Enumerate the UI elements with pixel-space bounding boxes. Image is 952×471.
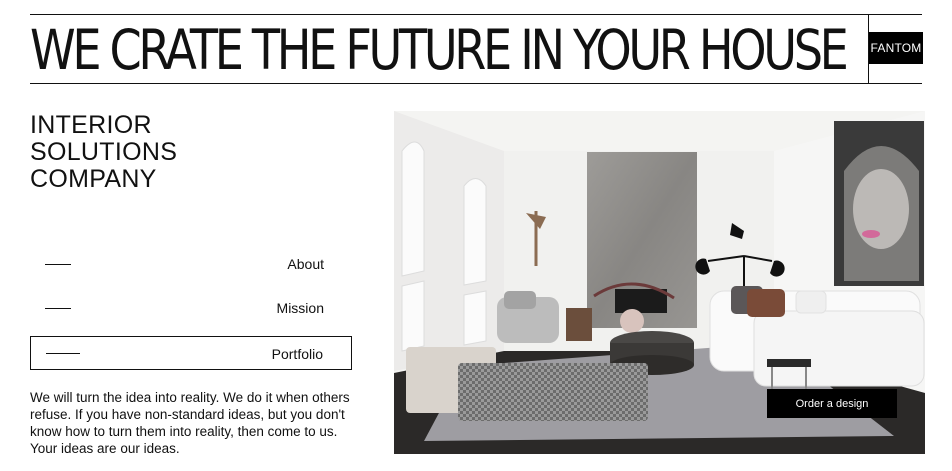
page-headline: WE CRATE THE FUTURE IN YOUR HOUSE bbox=[30, 18, 849, 82]
nav-item-portfolio[interactable]: Portfolio bbox=[30, 336, 352, 370]
tagline-line: COMPANY bbox=[30, 165, 157, 193]
nav-item-mission[interactable]: Mission bbox=[30, 291, 352, 325]
tagline-line: INTERIOR bbox=[30, 111, 152, 139]
brand-area: FANTOM bbox=[868, 15, 923, 83]
brand-logo[interactable]: FANTOM bbox=[869, 32, 923, 64]
nav-dash bbox=[45, 308, 71, 309]
nav-label: Mission bbox=[276, 300, 324, 316]
company-tagline: INTERIOR SOLUTIONS COMPANY bbox=[30, 112, 177, 193]
site-header: WE CRATE THE FUTURE IN YOUR HOUSE FANTOM bbox=[30, 14, 923, 84]
nav-item-about[interactable]: About bbox=[30, 247, 352, 281]
order-design-button[interactable]: Order a design bbox=[767, 389, 897, 418]
nav-label: Portfolio bbox=[271, 346, 323, 362]
nav-dash bbox=[45, 264, 71, 265]
nav-dash bbox=[46, 353, 80, 354]
tagline-line: SOLUTIONS bbox=[30, 138, 178, 166]
nav-label: About bbox=[287, 256, 324, 272]
company-description: We will turn the idea into reality. We d… bbox=[30, 390, 350, 456]
